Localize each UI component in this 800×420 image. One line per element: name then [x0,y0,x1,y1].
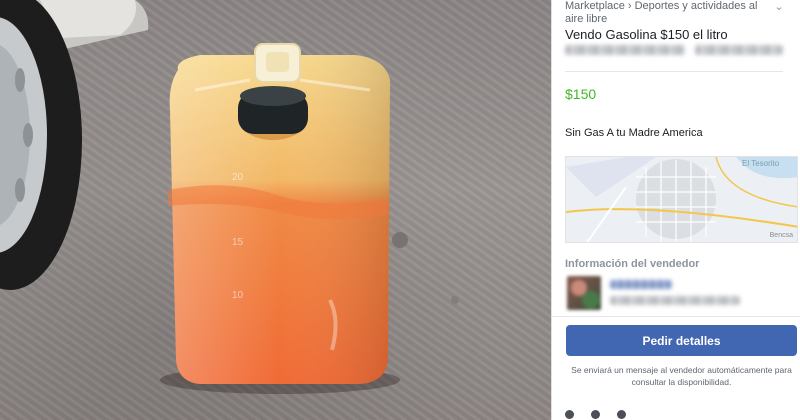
message-icon [565,410,574,419]
breadcrumb-marketplace[interactable]: Marketplace [565,0,625,12]
listing-description: Sin Gas A tu Madre America [565,127,703,139]
breadcrumb-separator: › [627,0,632,12]
breadcrumb: Marketplace › Deportes y actividades al ai… [565,0,770,26]
jug-mark: 20 [232,172,244,183]
photo-canvas: 20 15 10 [0,0,459,394]
redacted-location [565,45,685,55]
share-icon [617,410,626,419]
bookmark-icon [591,410,600,419]
redacted-time [695,45,783,55]
jug-mark: 10 [232,290,244,301]
fuel-jerrycan: 20 15 10 [168,43,390,384]
listing-photo[interactable]: 20 15 10 [0,0,551,420]
seller-avatar[interactable] [567,276,601,310]
redacted-seller-name[interactable] [610,280,672,289]
jug-mark: 15 [232,237,244,248]
listing-title: Vendo Gasolina $150 el litro [565,27,728,42]
divider [565,71,783,72]
map-place-label: El Tesorito [742,159,780,168]
listing-actions-row [565,410,800,420]
ask-details-button[interactable]: Pedir detalles [566,325,797,356]
action-message[interactable] [565,410,577,420]
seller-info-heading: Información del vendedor [565,258,700,270]
action-save[interactable] [591,410,603,420]
action-share[interactable] [617,410,629,420]
redacted-seller-details [610,296,740,305]
chevron-down-icon[interactable]: ⌄ [772,0,786,13]
listing-details-panel: Marketplace › Deportes y actividades al ai… [551,0,800,420]
listing-price: $150 [565,86,597,102]
map-attribution: Bencsa [769,232,793,239]
divider [552,316,800,317]
location-map[interactable]: El Tesorito Bencsa [565,156,798,243]
map-graphic [566,157,797,242]
auto-message-note: Se enviará un mensaje al vendedor automá… [571,365,792,387]
